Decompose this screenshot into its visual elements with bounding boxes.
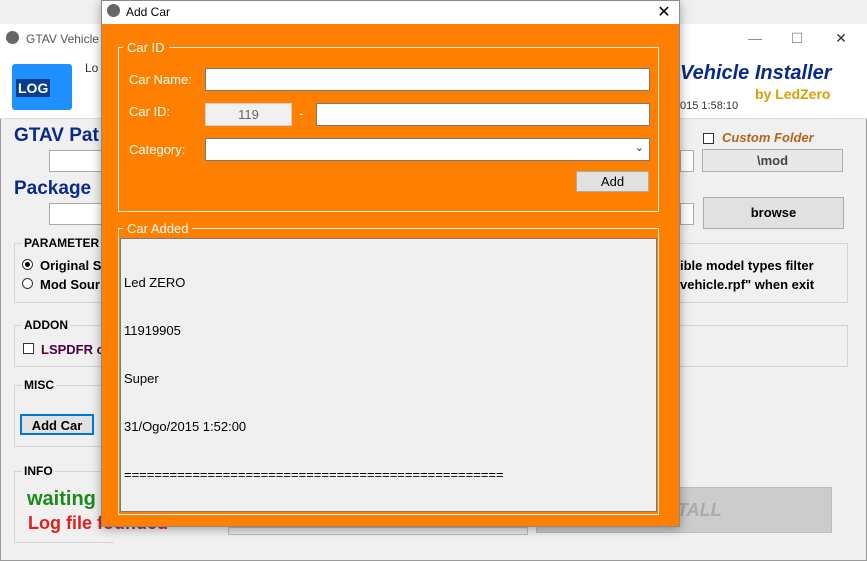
parameter-label: PARAMETER	[22, 236, 102, 250]
original-source-label: Original S	[40, 258, 102, 273]
log-line: ========================================…	[124, 467, 504, 482]
app-heading: Vehicle Installer	[680, 62, 832, 84]
log-line: Led ZERO	[124, 275, 186, 290]
car-id-input[interactable]	[316, 103, 650, 126]
parameter-group	[14, 243, 114, 303]
lspdfr-checkbox[interactable]	[23, 343, 34, 354]
mod-folder-field[interactable]: \mod	[702, 149, 843, 172]
gtav-path-input[interactable]	[49, 150, 109, 172]
dialog-titlebar	[102, 1, 679, 24]
category-select[interactable]: ⌄	[205, 138, 650, 161]
close-window-icon[interactable]: ✕	[818, 24, 864, 52]
addon-label: ADDON	[22, 318, 70, 332]
car-added-log[interactable]: Led ZERO 11919905 Super 31/Ogo/2015 1:52…	[120, 238, 657, 512]
add-car-button[interactable]: Add Car	[20, 414, 94, 435]
chevron-down-icon: ⌄	[634, 142, 644, 154]
maximize-icon[interactable]: ☐	[774, 24, 820, 52]
original-source-radio[interactable]	[22, 259, 33, 270]
car-id-label: Car ID:	[129, 104, 171, 119]
custom-folder-checkbox[interactable]	[703, 133, 714, 144]
gtav-path-input-right[interactable]	[680, 150, 694, 172]
car-name-input[interactable]	[205, 68, 650, 91]
add-button[interactable]: Add	[576, 171, 649, 192]
package-heading: Package	[14, 178, 92, 199]
mod-source-label: Mod Sour	[40, 277, 100, 292]
install-label: TALL	[677, 500, 722, 520]
car-added-legend: Car Added	[123, 221, 193, 236]
logo-text: LOG	[16, 79, 51, 97]
gtav-path-heading: GTAV Pat	[14, 125, 99, 146]
log-line: 11919905	[124, 323, 181, 338]
package-input-right[interactable]	[680, 203, 694, 225]
close-icon[interactable]: ✕	[654, 2, 674, 22]
waiting-status: waiting	[27, 488, 96, 510]
app-icon	[6, 31, 19, 44]
log-line: 31/Ogo/2015 1:52:00	[124, 419, 247, 434]
addon-group-right	[680, 325, 848, 367]
main-window-title: GTAV Vehicle Ir	[26, 32, 110, 46]
category-label: Category:	[129, 142, 186, 157]
progress-field	[228, 527, 528, 535]
package-input[interactable]	[49, 203, 109, 225]
header-timestamp: 015 1:58:10	[680, 100, 739, 112]
log-line: Super	[124, 371, 159, 386]
car-id-number-field: 119	[205, 103, 292, 126]
car-id-separator: -	[299, 106, 304, 121]
misc-label: MISC	[22, 378, 56, 392]
car-name-label: Car Name:	[129, 72, 192, 87]
parameter-group-right	[680, 243, 848, 303]
mod-source-radio[interactable]	[22, 278, 33, 289]
custom-folder-label: Custom Folder	[722, 130, 814, 145]
browse-button[interactable]: browse	[703, 197, 844, 229]
app-author: by LedZero	[755, 86, 831, 102]
model-filter-text: ible model types filter	[680, 258, 814, 273]
dialog-title: Add Car	[126, 5, 171, 19]
lspdfr-label: LSPDFR c	[41, 342, 104, 357]
car-id-legend: Car ID	[123, 40, 169, 55]
info-label: INFO	[22, 464, 55, 478]
header-partial-text: Lo	[85, 61, 99, 75]
minimize-icon[interactable]: —	[732, 24, 778, 52]
dialog-app-icon	[107, 4, 120, 17]
vehicle-rpf-text: vehicle.rpf" when exit	[680, 277, 815, 292]
